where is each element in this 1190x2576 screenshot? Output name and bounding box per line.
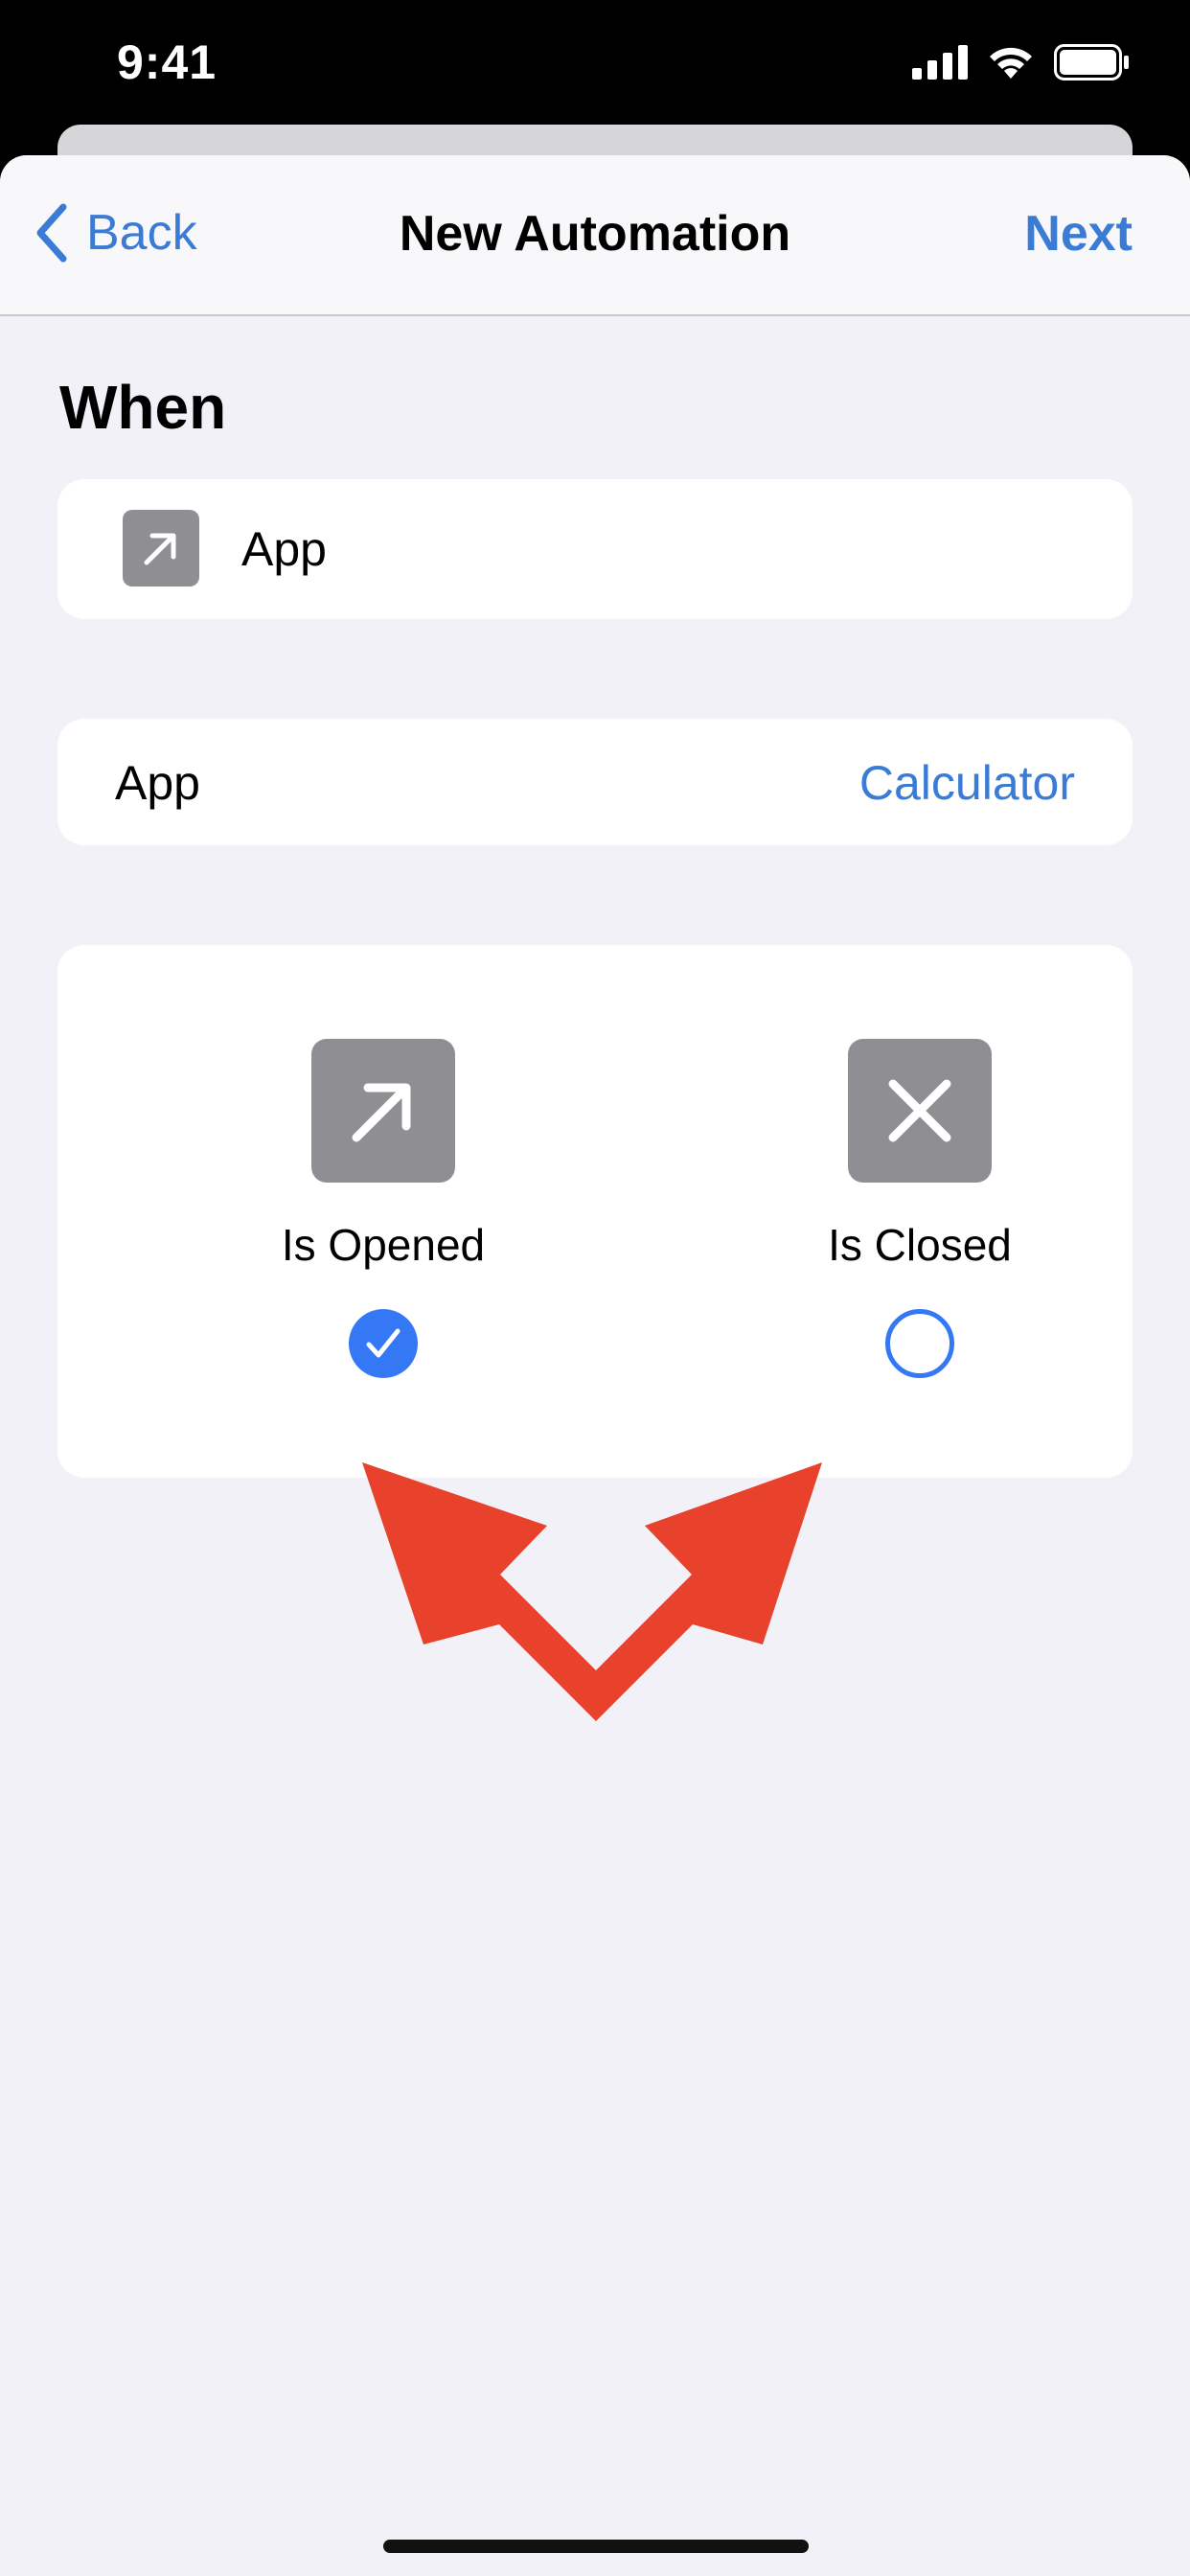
wifi-icon bbox=[990, 47, 1032, 79]
trigger-label: App bbox=[241, 522, 327, 576]
navigation-bar: Back New Automation Next bbox=[0, 155, 1190, 316]
radio-unchecked[interactable] bbox=[885, 1309, 954, 1378]
annotation-arrows bbox=[362, 1462, 822, 1721]
page-title: New Automation bbox=[399, 206, 791, 262]
option-is-closed[interactable]: Is Closed bbox=[728, 945, 1111, 1478]
arrow-up-right-icon bbox=[123, 510, 199, 586]
radio-checked[interactable] bbox=[349, 1309, 418, 1378]
option-label: Is Closed bbox=[828, 1220, 1012, 1270]
option-is-opened[interactable]: Is Opened bbox=[192, 945, 575, 1478]
app-row-label: App bbox=[115, 756, 200, 810]
section-title: When bbox=[59, 373, 227, 442]
home-indicator bbox=[383, 2540, 809, 2553]
next-button[interactable]: Next bbox=[1024, 205, 1133, 263]
arrow-up-right-icon bbox=[311, 1039, 455, 1183]
options-card: Is Opened Is Closed bbox=[57, 945, 1133, 1478]
close-x-icon bbox=[848, 1039, 992, 1183]
status-bar: 9:41 bbox=[0, 0, 1190, 134]
trigger-card[interactable]: App bbox=[57, 479, 1133, 619]
status-time: 9:41 bbox=[117, 35, 217, 89]
option-label: Is Opened bbox=[281, 1220, 486, 1270]
status-icons bbox=[912, 44, 1131, 80]
checkmark-icon bbox=[366, 1328, 400, 1358]
app-row-value[interactable]: Calculator bbox=[859, 755, 1075, 811]
cellular-signal-icon bbox=[912, 45, 968, 80]
automation-sheet: Back New Automation Next When App App Ca… bbox=[0, 155, 1190, 2576]
battery-icon bbox=[1054, 44, 1129, 80]
app-selection-row[interactable]: App Calculator bbox=[57, 719, 1133, 845]
